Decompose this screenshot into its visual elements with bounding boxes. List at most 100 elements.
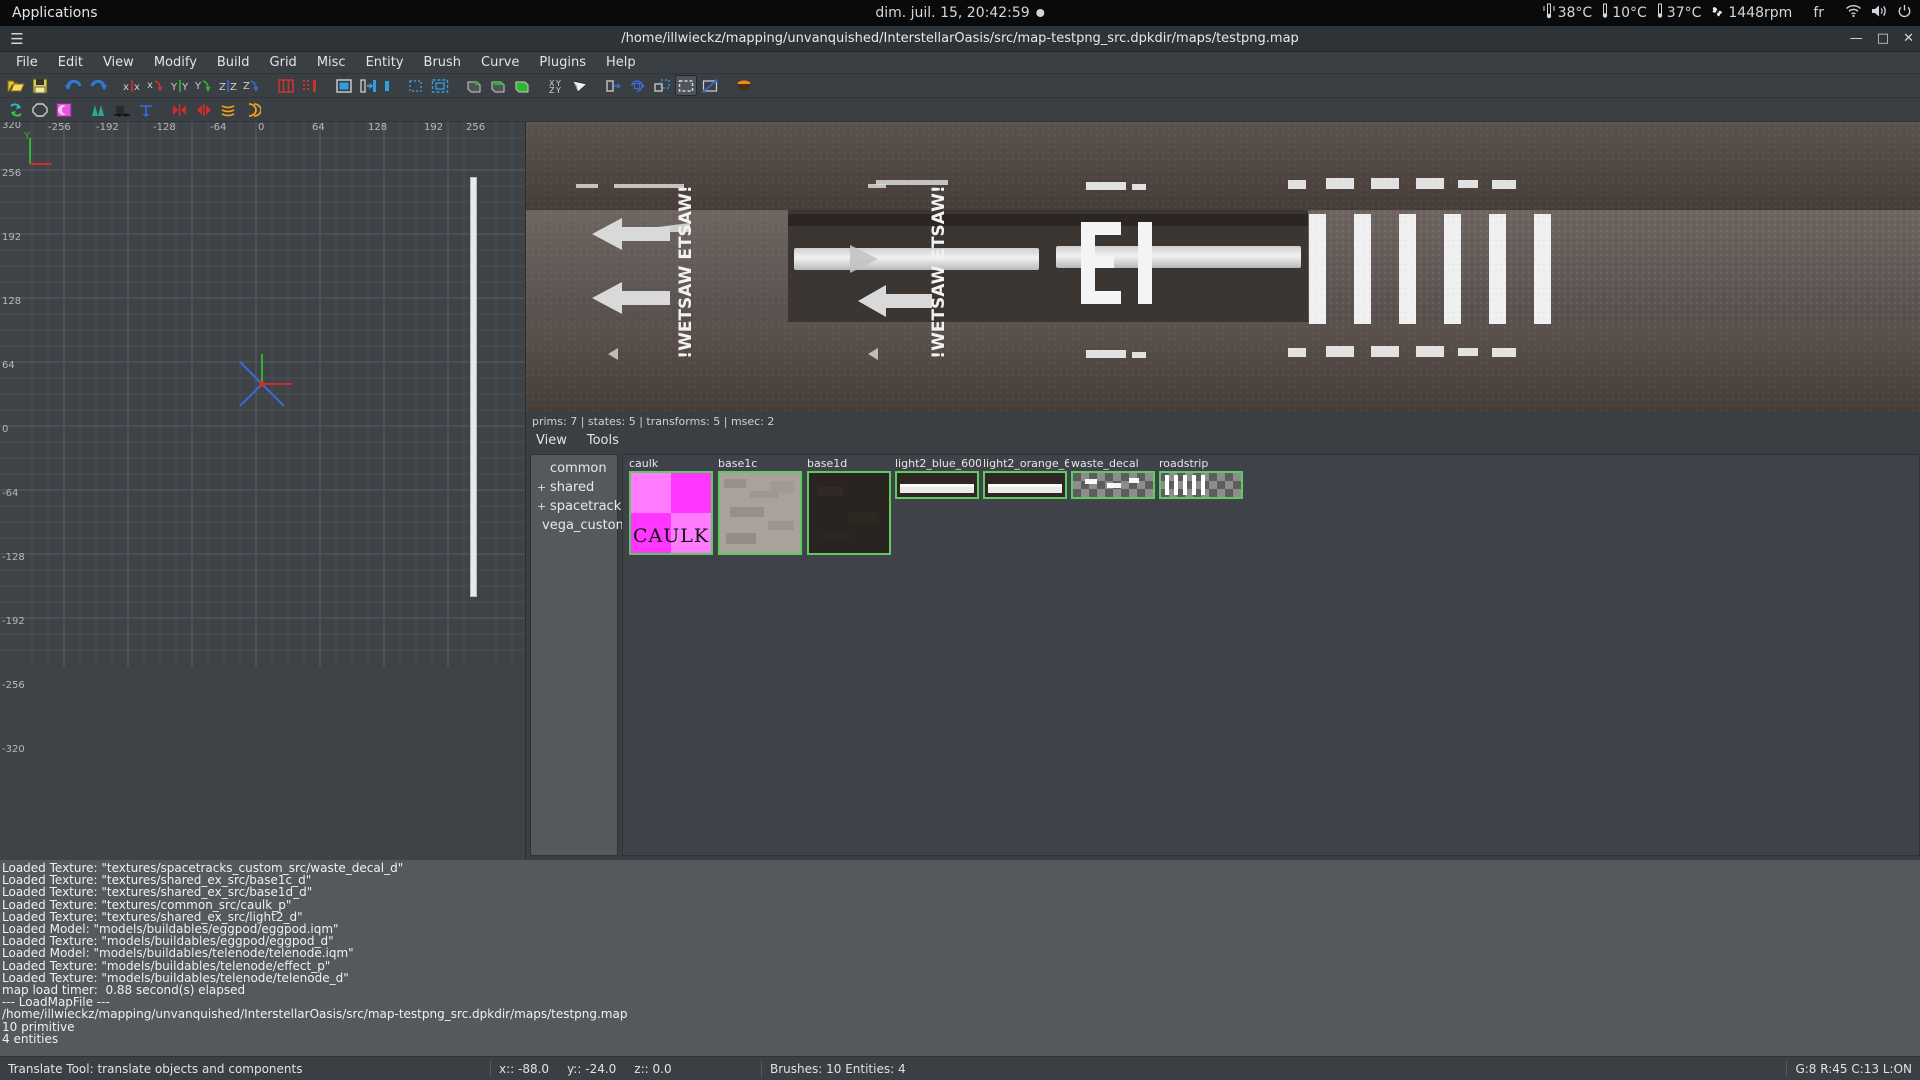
caulk-icon[interactable] [487, 75, 509, 96]
menu-modify[interactable]: Modify [144, 53, 207, 72]
filter-trees-icon[interactable] [87, 99, 109, 120]
texture-swatch-caulk[interactable]: CAULK [629, 471, 713, 555]
texture-item-waste-decal[interactable]: waste_decal [1071, 457, 1157, 499]
texture-dir-shared[interactable]: + shared [531, 478, 617, 497]
clock-label: dim. juil. 15, 20:42:59 [875, 5, 1030, 21]
xy-vertical-scrollbar[interactable] [470, 177, 477, 597]
close-button[interactable]: ✕ [1903, 31, 1914, 46]
texture-swatch-base1d[interactable] [807, 471, 891, 555]
texture-item-base1d[interactable]: base1d [807, 457, 893, 555]
csg-subtract-icon[interactable] [381, 75, 403, 96]
rotate-x-icon[interactable]: x [145, 75, 167, 96]
menu-entity[interactable]: Entity [356, 53, 414, 72]
texture-label: light2_blue_6000 [895, 457, 981, 470]
system-clock[interactable]: dim. juil. 15, 20:42:59 [875, 5, 1045, 21]
xy-tick-x--64: -64 [210, 122, 227, 133]
select-touching-icon[interactable] [299, 75, 321, 96]
resize-select-icon[interactable] [699, 75, 721, 96]
menu-edit[interactable]: Edit [48, 53, 93, 72]
cubic-clip-icon[interactable] [511, 75, 533, 96]
change-view-icon[interactable]: XYZY [545, 75, 567, 96]
select-inside-icon[interactable] [333, 75, 355, 96]
redo-icon[interactable] [87, 75, 109, 96]
rotate-free-icon[interactable] [627, 75, 649, 96]
tray-item-temp-3[interactable]: 37°C [1656, 3, 1701, 23]
bend-patch-icon[interactable] [217, 99, 239, 120]
filter-models-icon[interactable] [111, 99, 133, 120]
flip-y-icon[interactable]: YY [169, 75, 191, 96]
filter-entities-icon[interactable] [135, 99, 157, 120]
menu-view[interactable]: View [93, 53, 144, 72]
tray-item-power[interactable] [1897, 4, 1912, 23]
cap-patch-icon[interactable] [241, 99, 263, 120]
texture-swatch-roadstrip[interactable] [1159, 471, 1243, 499]
tray-item-keyboard-layout[interactable]: fr [1813, 5, 1824, 21]
flip-x-icon[interactable]: xx [121, 75, 143, 96]
save-map-icon[interactable] [29, 75, 51, 96]
applications-menu[interactable]: Applications [0, 5, 110, 21]
brush-primitives-icon[interactable] [29, 99, 51, 120]
tray-item-cpu-temp[interactable]: 38°C [1543, 3, 1592, 23]
hamburger-icon[interactable]: ☰ [0, 30, 34, 48]
texture-browser-icon[interactable] [53, 99, 75, 120]
select-partial-tall-icon[interactable] [357, 75, 379, 96]
refresh-models-icon[interactable] [5, 99, 27, 120]
expander-icon[interactable]: + [537, 500, 546, 513]
texture-dir-spacetracks[interactable]: + spacetracks [531, 497, 628, 516]
scale-free-icon[interactable] [651, 75, 673, 96]
csg-merge-icon[interactable] [405, 75, 427, 96]
tray-item-volume[interactable] [1871, 4, 1888, 22]
tray-item-fan[interactable]: 1448rpm [1710, 4, 1792, 23]
menu-brush[interactable]: Brush [414, 53, 472, 72]
menu-grid[interactable]: Grid [260, 53, 307, 72]
texture-dir-vega-custom[interactable]: vega_custom [531, 516, 628, 535]
texture-grid[interactable]: caulk CAULK base1c base1d light2_blue_60… [622, 454, 1920, 856]
texture-item-base1c[interactable]: base1c [718, 457, 804, 555]
mirror-left-icon[interactable] [169, 99, 191, 120]
entity-connect-icon[interactable] [603, 75, 625, 96]
coord-z-label: z:: [634, 1061, 649, 1076]
menu-misc[interactable]: Misc [307, 53, 356, 72]
csg-hollow-icon[interactable] [429, 75, 451, 96]
status-counts-label: Brushes: 10 Entities: 4 [770, 1061, 906, 1076]
tray-item-wifi[interactable] [1845, 4, 1862, 22]
open-map-icon[interactable] [5, 75, 27, 96]
patch-icon[interactable] [733, 75, 755, 96]
texture-item-caulk[interactable]: caulk CAULK [629, 457, 715, 555]
texture-item-roadstrip[interactable]: roadstrip [1159, 457, 1245, 499]
texture-item-light2-blue[interactable]: light2_blue_6000 [895, 457, 981, 499]
console-line: Loaded Texture: "models/buildables/telen… [2, 958, 331, 973]
menu-curve[interactable]: Curve [471, 53, 529, 72]
camera-icon[interactable] [569, 75, 591, 96]
maximize-button[interactable]: □ [1877, 31, 1889, 46]
tray-item-temp-2[interactable]: 10°C [1601, 3, 1647, 23]
waste-decal-swatch-image [1073, 473, 1153, 497]
texture-swatch-light2-orange[interactable] [983, 471, 1067, 499]
menu-plugins[interactable]: Plugins [529, 53, 596, 72]
drag-select-icon[interactable] [675, 75, 697, 96]
menu-file[interactable]: File [6, 53, 48, 72]
console-output[interactable]: Loaded Texture: "textures/spacetracks_cu… [0, 860, 1920, 1056]
rotate-z-icon[interactable]: Z [241, 75, 263, 96]
texture-swatch-light2-blue[interactable] [895, 471, 979, 499]
clipper-icon[interactable] [463, 75, 485, 96]
texture-dir-common[interactable]: common [531, 459, 617, 478]
minimize-button[interactable]: — [1850, 31, 1863, 46]
undo-icon[interactable] [63, 75, 85, 96]
xy-view[interactable]: 320 Y -256 -192 -128 -64 0 64 128 192 25… [0, 122, 525, 860]
camera-view[interactable]: !WETSAW ETSAW! !WETSAW ETSAW! [525, 122, 1920, 412]
rotate-y-icon[interactable]: Y [193, 75, 215, 96]
expander-icon[interactable]: + [537, 481, 546, 494]
flip-z-icon[interactable]: ZZ [217, 75, 239, 96]
complete-tall-icon[interactable] [275, 75, 297, 96]
texture-menu-view[interactable]: View [536, 433, 567, 448]
mirror-right-icon[interactable] [193, 99, 215, 120]
texture-menu-tools[interactable]: Tools [587, 433, 619, 448]
xy-tick-y--128: -128 [2, 552, 25, 563]
menu-build[interactable]: Build [207, 53, 260, 72]
menu-help[interactable]: Help [596, 53, 646, 72]
texture-directory-list[interactable]: common + shared + spacetracks vega_custo… [530, 454, 628, 856]
texture-swatch-waste-decal[interactable] [1071, 471, 1155, 499]
texture-item-light2-orange[interactable]: light2_orange_6000 [983, 457, 1069, 499]
texture-swatch-base1c[interactable] [718, 471, 802, 555]
